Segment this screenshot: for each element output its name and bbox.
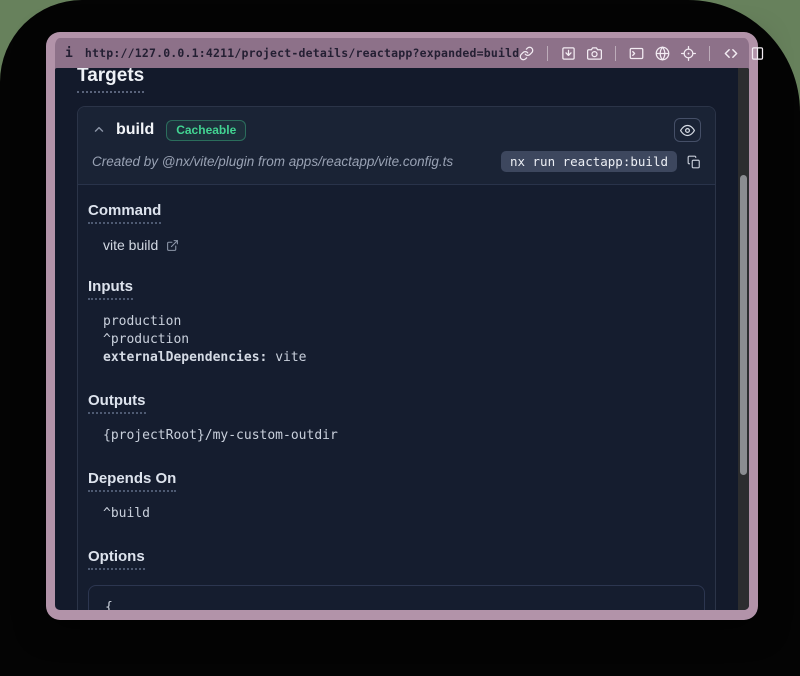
run-command-chip: nx run reactapp:build (501, 151, 677, 172)
section-heading-depends-on: Depends On (88, 470, 176, 492)
section-inputs: Inputs production ^production externalDe… (88, 278, 705, 367)
toolbar-separator (709, 46, 710, 61)
section-heading-options: Options (88, 548, 145, 570)
camera-icon[interactable] (587, 46, 602, 61)
scrollbar-thumb[interactable] (740, 175, 747, 475)
toolbar-icons (519, 46, 765, 61)
globe-icon[interactable] (655, 46, 670, 61)
input-dep-key: externalDependencies: (103, 350, 267, 365)
input-dep-value: vite (267, 350, 306, 365)
code-icon[interactable] (723, 46, 739, 61)
section-command: Command vite build (88, 202, 705, 253)
output-item: {projectRoot}/my-custom-outdir (103, 427, 705, 445)
copy-icon[interactable] (687, 155, 701, 169)
command-value: vite build (103, 237, 158, 253)
target-body-build: Command vite build Inputs (78, 185, 715, 610)
section-depends-on: Depends On ^build (88, 470, 705, 523)
view-target-details-button[interactable] (674, 118, 701, 142)
target-crosshair-icon[interactable] (681, 46, 696, 61)
input-item: production (103, 313, 705, 331)
split-panel-icon[interactable] (750, 46, 765, 61)
json-line: { (105, 599, 688, 610)
toolbar-separator (615, 46, 616, 61)
section-heading-outputs: Outputs (88, 392, 146, 414)
browser-toolbar: i http://127.0.0.1:4211/project-details/… (55, 38, 749, 68)
external-link-icon[interactable] (166, 239, 179, 252)
chevron-up-icon[interactable] (92, 123, 106, 137)
input-item: externalDependencies: vite (103, 349, 705, 367)
target-header-build: build Cacheable Created by @nx/vite/plug… (78, 107, 715, 185)
screenshot-download-icon[interactable] (561, 46, 576, 61)
section-heading-command: Command (88, 202, 161, 224)
target-card-build: build Cacheable Created by @nx/vite/plug… (77, 106, 716, 610)
page-title: Targets (77, 68, 144, 93)
section-options: Options { "cwd": "apps/reactapp" } (88, 548, 705, 610)
link-icon[interactable] (519, 46, 534, 61)
section-heading-inputs: Inputs (88, 278, 133, 300)
browser-window: i http://127.0.0.1:4211/project-details/… (46, 32, 758, 620)
options-json-block: { "cwd": "apps/reactapp" } (88, 585, 705, 610)
target-name: build (116, 121, 154, 139)
cacheable-badge: Cacheable (166, 120, 246, 141)
depends-on-item: ^build (103, 505, 705, 523)
eye-icon (680, 123, 695, 138)
section-outputs: Outputs {projectRoot}/my-custom-outdir (88, 392, 705, 445)
info-icon: i (65, 46, 73, 61)
input-item: ^production (103, 331, 705, 349)
toolbar-separator (547, 46, 548, 61)
page-viewport: Targets build Cacheable (55, 68, 749, 610)
created-by-text: Created by @nx/vite/plugin from apps/rea… (92, 154, 453, 169)
scrollbar[interactable] (738, 68, 749, 610)
url-text[interactable]: http://127.0.0.1:4211/project-details/re… (85, 46, 520, 60)
terminal-icon[interactable] (629, 46, 644, 61)
project-details-page: Targets build Cacheable (55, 68, 738, 610)
